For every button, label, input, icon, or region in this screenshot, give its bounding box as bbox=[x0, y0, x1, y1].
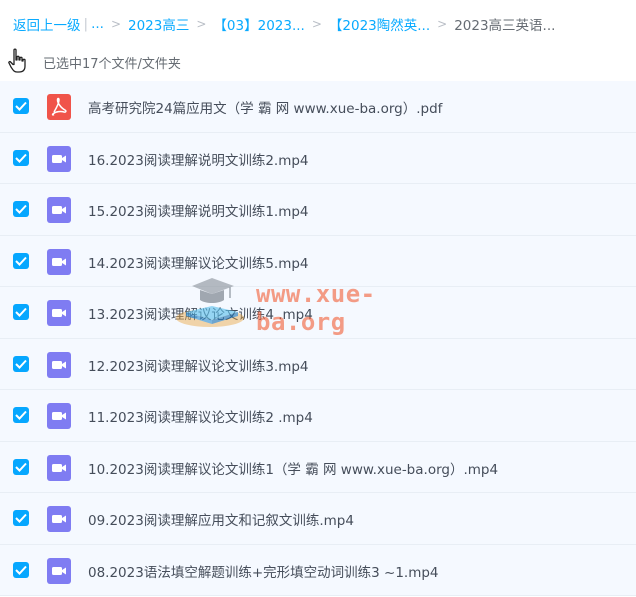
row-checkbox[interactable] bbox=[13, 149, 29, 166]
file-name[interactable]: 15.2023阅读理解说明文训练1.mp4 bbox=[88, 200, 309, 220]
row-checkbox[interactable] bbox=[13, 304, 29, 320]
breadcrumb-item-3[interactable]: 【2023陶然英... bbox=[329, 14, 430, 34]
breadcrumb: 返回上一级 | ... > 2023高三 > 【03】2023... > 【20… bbox=[13, 14, 555, 34]
check-icon bbox=[15, 101, 27, 111]
file-name[interactable]: 高考研究院24篇应用文（学 霸 网 www.xue-ba.org）.pdf bbox=[88, 97, 442, 117]
check-icon bbox=[15, 256, 27, 266]
selection-bar: 已选中17个文件/文件夹 bbox=[0, 44, 636, 78]
file-row[interactable]: 16.2023阅读理解说明文训练2.mp4 bbox=[0, 132, 636, 184]
check-icon bbox=[15, 359, 27, 369]
file-row[interactable]: 13.2023阅读理解议论文训练4 .mp4 bbox=[0, 287, 636, 339]
row-checkbox[interactable] bbox=[13, 561, 29, 578]
file-row[interactable]: 10.2023阅读理解议论文训练1（学 霸 网 www.xue-ba.org）.… bbox=[0, 441, 636, 493]
row-checkbox[interactable] bbox=[13, 355, 29, 372]
file-row[interactable]: 08.2023语法填空解题训练+完形填空动词训练3 ~1.mp4 bbox=[0, 544, 636, 596]
check-icon bbox=[15, 204, 27, 214]
chevron-right-icon: > bbox=[196, 17, 207, 31]
file-name[interactable]: 10.2023阅读理解议论文训练1（学 霸 网 www.xue-ba.org）.… bbox=[88, 458, 498, 478]
file-row[interactable]: 09.2023阅读理解应用文和记叙文训练.mp4 bbox=[0, 493, 636, 545]
file-list: 高考研究院24篇应用文（学 霸 网 www.xue-ba.org）.pdf 16… bbox=[0, 81, 636, 596]
file-name[interactable]: 11.2023阅读理解议论文训练2 .mp4 bbox=[88, 406, 313, 426]
check-icon bbox=[15, 410, 27, 420]
file-name[interactable]: 16.2023阅读理解说明文训练2.mp4 bbox=[88, 149, 309, 169]
file-row[interactable]: 15.2023阅读理解说明文训练1.mp4 bbox=[0, 184, 636, 236]
file-row[interactable]: 12.2023阅读理解议论文训练3.mp4 bbox=[0, 338, 636, 390]
row-checkbox[interactable] bbox=[13, 98, 29, 114]
row-checkbox[interactable] bbox=[13, 510, 29, 526]
row-checkbox[interactable] bbox=[13, 407, 29, 423]
check-icon bbox=[15, 153, 27, 163]
file-name[interactable]: 13.2023阅读理解议论文训练4 .mp4 bbox=[88, 303, 313, 323]
file-row[interactable]: 11.2023阅读理解议论文训练2 .mp4 bbox=[0, 390, 636, 442]
selection-count-text: 已选中17个文件/文件夹 bbox=[43, 57, 181, 72]
row-checkbox[interactable] bbox=[13, 252, 29, 269]
video-icon bbox=[47, 454, 71, 481]
file-row[interactable]: 14.2023阅读理解议论文训练5.mp4 bbox=[0, 235, 636, 287]
breadcrumb-current: 2023高三英语... bbox=[454, 18, 556, 34]
file-name[interactable]: 14.2023阅读理解议论文训练5.mp4 bbox=[88, 252, 309, 272]
video-icon bbox=[47, 248, 71, 275]
file-name[interactable]: 09.2023阅读理解应用文和记叙文训练.mp4 bbox=[88, 509, 354, 529]
video-icon bbox=[47, 557, 71, 584]
row-checkbox[interactable] bbox=[13, 458, 29, 475]
breadcrumb-ellipsis[interactable]: ... bbox=[91, 16, 104, 32]
breadcrumb-item-2[interactable]: 【03】2023... bbox=[213, 14, 304, 34]
hand-cursor-icon bbox=[8, 48, 26, 73]
video-icon bbox=[47, 145, 71, 172]
check-icon bbox=[15, 307, 27, 317]
file-name[interactable]: 12.2023阅读理解议论文训练3.mp4 bbox=[88, 355, 309, 375]
chevron-right-icon: > bbox=[437, 17, 448, 31]
breadcrumb-divider: | bbox=[83, 16, 89, 32]
chevron-right-icon: > bbox=[110, 17, 121, 31]
video-icon bbox=[47, 300, 71, 326]
file-row[interactable]: 高考研究院24篇应用文（学 霸 网 www.xue-ba.org）.pdf bbox=[0, 81, 636, 133]
chevron-right-icon: > bbox=[311, 17, 322, 31]
video-icon bbox=[47, 197, 71, 223]
check-icon bbox=[15, 565, 27, 575]
check-icon bbox=[15, 513, 27, 523]
back-link[interactable]: 返回上一级 bbox=[13, 14, 81, 34]
video-icon bbox=[47, 351, 71, 378]
video-icon bbox=[47, 403, 71, 429]
row-checkbox[interactable] bbox=[13, 201, 29, 217]
check-icon bbox=[15, 462, 27, 472]
pdf-icon bbox=[47, 94, 71, 120]
video-icon bbox=[47, 506, 71, 532]
breadcrumb-item-1[interactable]: 2023高三 bbox=[128, 14, 189, 34]
file-name[interactable]: 08.2023语法填空解题训练+完形填空动词训练3 ~1.mp4 bbox=[88, 561, 439, 581]
